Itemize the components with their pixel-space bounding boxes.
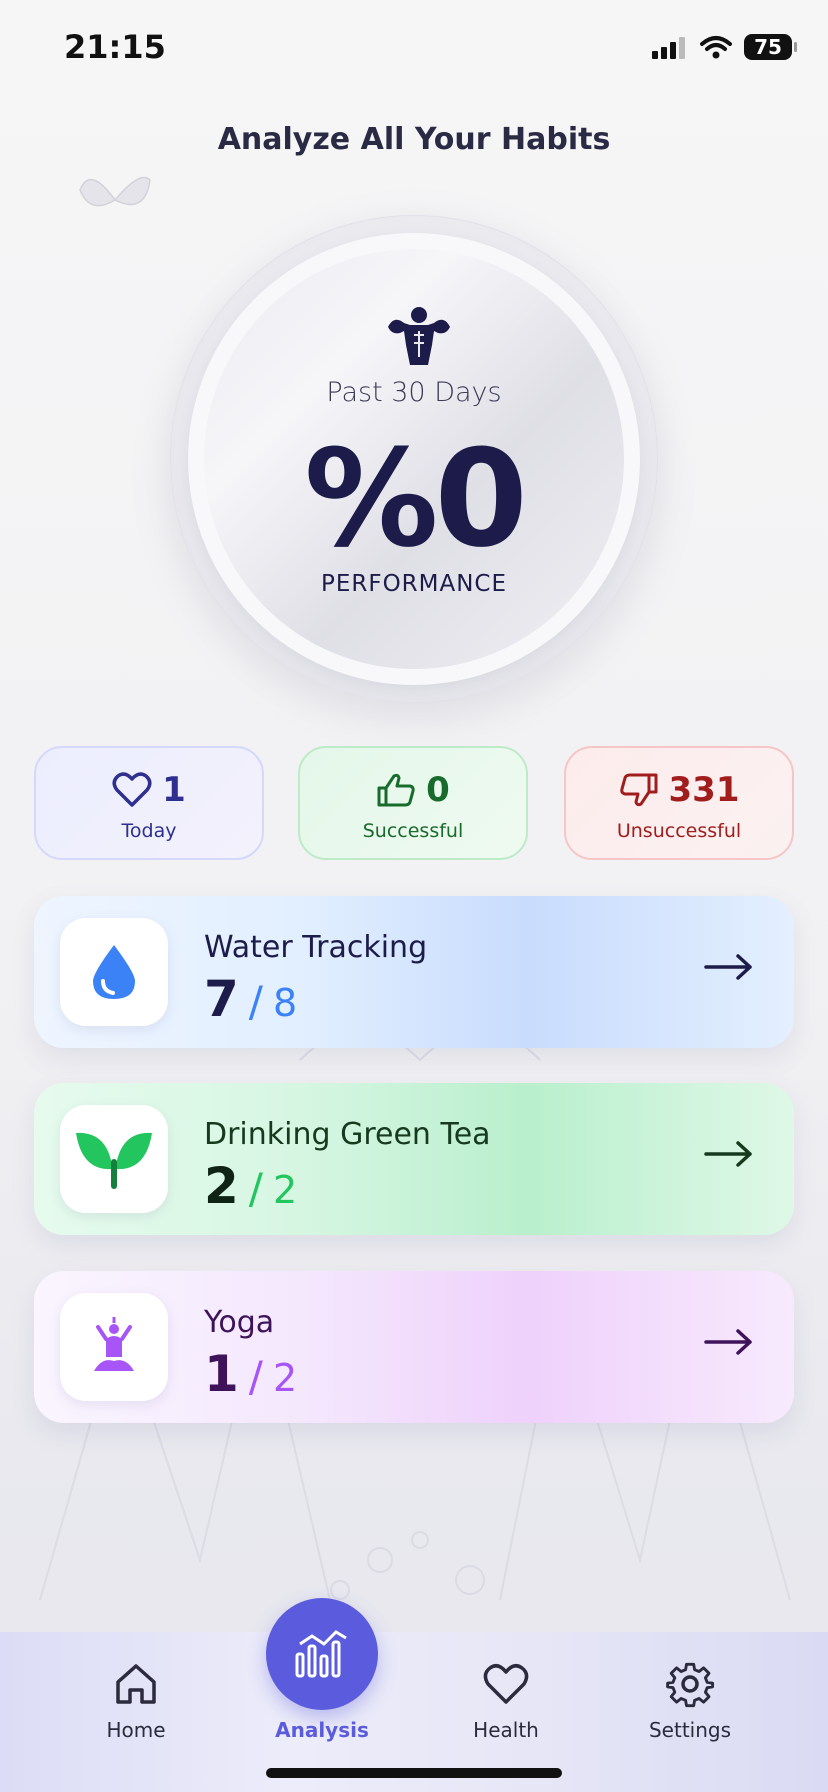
home-icon [116,1664,156,1704]
thumbs-up-icon [377,773,415,807]
performance-value: %0 [304,421,528,577]
habit-name: Water Tracking [204,930,428,965]
habit-progress: 7 / 8 [204,970,297,1028]
habit-card-water-tracking[interactable]: Water Tracking 7 / 8 [34,896,794,1048]
arrow-right-icon[interactable] [704,1139,754,1169]
habit-icon-box [60,1105,168,1213]
habit-total-count: 2 [272,1168,298,1212]
heart-icon [483,1664,529,1704]
stat-successful-value: 0 [426,770,450,810]
nav-label-analysis: Analysis [275,1718,369,1742]
stat-today-label: Today [121,820,177,842]
habit-card-yoga[interactable]: Yoga 1 / 2 [34,1271,794,1423]
habit-total-count: 8 [272,981,298,1025]
stat-successful-label: Successful [362,820,464,842]
status-icons: 75 [652,34,797,60]
home-indicator [266,1768,562,1778]
yoga-icon [94,1317,134,1371]
habit-separator: / [248,1352,263,1401]
stat-today-card[interactable]: 1 Today [34,746,264,860]
signal-icon [652,37,685,59]
thumbs-down-icon [619,773,657,807]
stat-today-value: 1 [162,770,186,810]
wifi-icon [700,36,732,59]
habit-total-count: 2 [272,1356,298,1400]
habit-progress: 2 / 2 [204,1157,297,1215]
battery-indicator: 75 [744,34,797,60]
nav-label-settings: Settings [648,1718,732,1742]
nav-item-analysis[interactable] [266,1598,378,1710]
stat-unsuccessful-card[interactable]: 331 Unsuccessful [564,746,794,860]
page-title: Analyze All Your Habits [217,122,611,157]
leaf-sprout-icon [76,1132,152,1189]
nav-label-health: Health [473,1718,539,1742]
nav-label-home: Home [106,1718,166,1742]
arrow-right-icon[interactable] [704,1327,754,1357]
water-drop-icon [93,945,135,999]
habit-name: Yoga [204,1305,275,1340]
habit-done-count: 2 [204,1157,239,1215]
habit-separator: / [248,977,263,1026]
bodybuilder-icon [388,307,450,365]
stat-successful-card[interactable]: 0 Successful [298,746,528,860]
habit-card-green-tea[interactable]: Drinking Green Tea 2 / 2 [34,1083,794,1235]
habit-icon-box [60,1293,168,1401]
analysis-chart-icon [295,1630,347,1678]
habit-done-count: 1 [204,1345,239,1403]
period-label: Past 30 Days [326,377,502,408]
performance-circle: Past 30 Days %0 PERFORMANCE [170,215,658,703]
habit-name: Drinking Green Tea [204,1117,491,1152]
stat-unsuccessful-value: 331 [668,770,740,810]
habit-separator: / [248,1164,263,1213]
habit-done-count: 7 [204,970,239,1028]
habit-progress: 1 / 2 [204,1345,297,1403]
butterfly-decoration [79,176,151,207]
arrow-right-icon[interactable] [704,952,754,982]
stat-unsuccessful-label: Unsuccessful [616,820,742,842]
gear-icon [666,1662,715,1708]
performance-label: PERFORMANCE [320,571,508,597]
habit-icon-box [60,918,168,1026]
heart-icon [112,772,152,807]
status-time: 21:15 [64,28,166,66]
